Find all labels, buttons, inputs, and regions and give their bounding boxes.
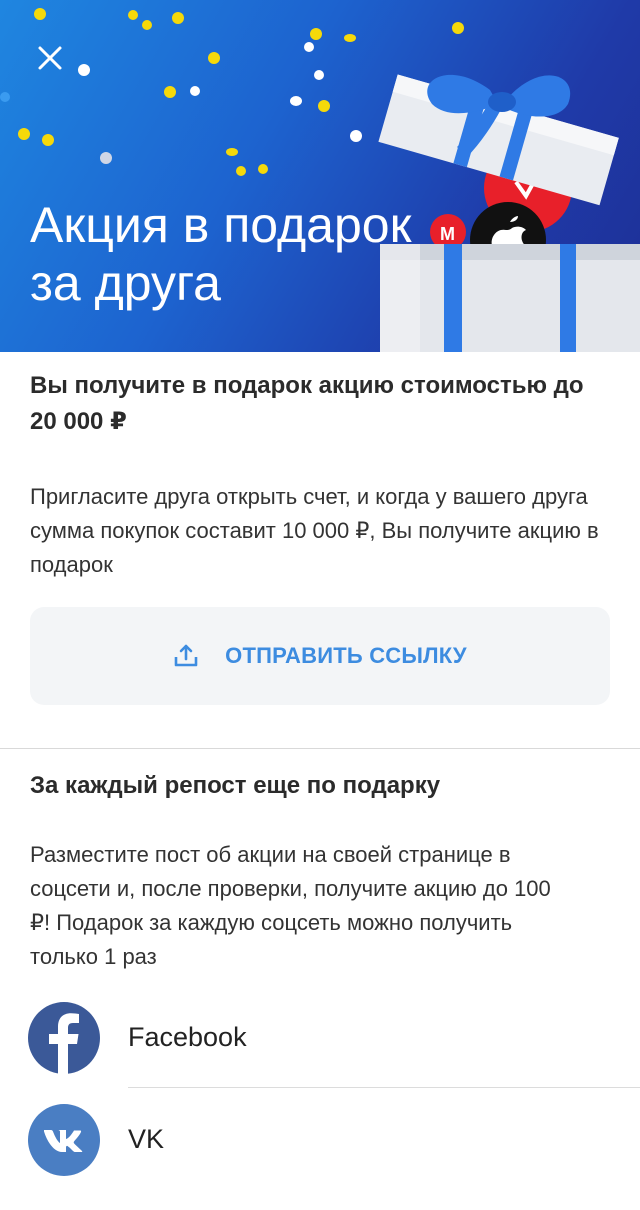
- repost-section: За каждый репост еще по подарку: [0, 768, 640, 804]
- send-link-button[interactable]: ОТПРАВИТЬ ССЫЛКУ: [30, 607, 610, 705]
- referral-heading: Вы получите в подарок акцию стоимостью д…: [30, 372, 584, 435]
- confetti-dot: [142, 20, 152, 30]
- social-row-vk[interactable]: VK: [0, 1104, 640, 1204]
- referral-description-block: Пригласите друга открыть счет, и когда у…: [0, 480, 640, 582]
- social-name: Facebook: [128, 1022, 247, 1052]
- confetti-dot: [314, 70, 324, 80]
- confetti-dot: [34, 8, 46, 20]
- confetti-dot: [344, 34, 356, 42]
- promo-banner: M Акция в подарок за друга: [0, 0, 640, 352]
- close-button[interactable]: [36, 44, 64, 72]
- confetti-dot: [128, 10, 138, 20]
- confetti-dot: [172, 12, 184, 24]
- vk-icon: [28, 1104, 100, 1176]
- confetti-dot: [208, 52, 220, 64]
- confetti-dot: [226, 148, 238, 156]
- repost-description: Разместите пост об акции на своей страни…: [30, 842, 551, 969]
- close-icon: [38, 46, 62, 70]
- referral-section: Вы получите в подарок акцию стоимостью д…: [0, 368, 640, 440]
- referral-description: Пригласите друга открыть счет, и когда у…: [30, 484, 599, 577]
- confetti-dot: [310, 28, 322, 40]
- confetti-dot: [318, 100, 330, 112]
- send-link-label: ОТПРАВИТЬ ССЫЛКУ: [225, 643, 467, 668]
- social-row-separator: [128, 1087, 640, 1088]
- confetti-dot: [42, 134, 54, 146]
- confetti-dot: [304, 42, 314, 52]
- social-name: VK: [128, 1124, 165, 1154]
- promo-title-line2: за друга: [30, 255, 221, 311]
- confetti-dot: [236, 166, 246, 176]
- promo-title: Акция в подарок за друга: [30, 196, 450, 312]
- confetti-dot: [290, 96, 302, 106]
- share-upload-icon: [174, 644, 198, 667]
- facebook-icon: [28, 1002, 100, 1074]
- confetti-dot: [0, 92, 10, 102]
- confetti-dot: [350, 130, 362, 142]
- confetti-dot: [190, 86, 200, 96]
- confetti-dot: [100, 152, 112, 164]
- promo-title-line1: Акция в подарок: [30, 197, 412, 253]
- repost-heading: За каждый репост еще по подарку: [30, 772, 441, 799]
- confetti-dot: [78, 64, 90, 76]
- confetti-dot: [164, 86, 176, 98]
- confetti-dot: [18, 128, 30, 140]
- confetti-dot: [258, 164, 268, 174]
- repost-description-block: Разместите пост об акции на своей страни…: [0, 838, 640, 974]
- section-divider: [0, 748, 640, 749]
- confetti-dot: [452, 22, 464, 34]
